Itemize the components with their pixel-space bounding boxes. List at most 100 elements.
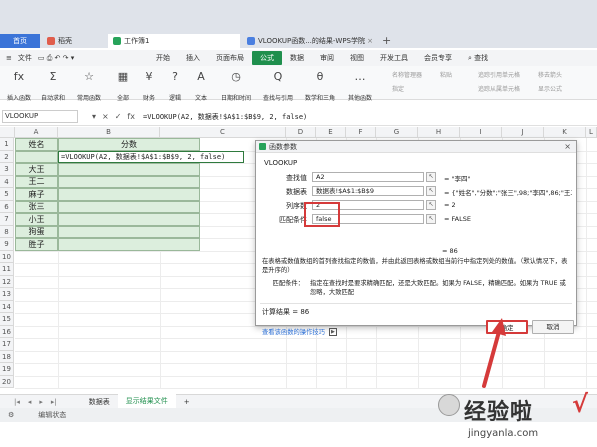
- column-header[interactable]: G: [376, 127, 418, 138]
- dropdown-icon[interactable]: ▾: [92, 112, 96, 121]
- close-icon[interactable]: ×: [564, 142, 571, 151]
- menu-review[interactable]: 审阅: [312, 53, 342, 63]
- menu-insert[interactable]: 插入: [178, 53, 208, 63]
- name-box[interactable]: VLOOKUP: [2, 110, 78, 123]
- row-header[interactable]: 5: [0, 188, 14, 201]
- row-header[interactable]: 12: [0, 275, 14, 288]
- cell-name[interactable]: 王二: [15, 175, 58, 188]
- cell-name[interactable]: 小王: [15, 213, 58, 226]
- new-tab-button[interactable]: +: [382, 34, 391, 47]
- insert-function-button[interactable]: fx 插入函数: [4, 70, 34, 102]
- column-header[interactable]: H: [418, 127, 460, 138]
- confirm-icon[interactable]: ✓: [115, 112, 122, 121]
- hamburger-icon[interactable]: ≡: [6, 54, 12, 62]
- common-functions-button[interactable]: ☆ 常用函数: [74, 70, 104, 102]
- row-header[interactable]: 14: [0, 300, 14, 313]
- video-icon[interactable]: ▶: [328, 327, 337, 336]
- remove-arrows-button[interactable]: 移去箭头: [538, 70, 562, 79]
- column-header[interactable]: C: [160, 127, 286, 138]
- cancel-icon[interactable]: ×: [102, 112, 109, 121]
- formula-input[interactable]: =VLOOKUP(A2, 数据表!$A$1:$B$9, 2, false): [143, 112, 307, 122]
- cell-name[interactable]: 张三: [15, 200, 58, 213]
- column-header[interactable]: B: [58, 127, 160, 138]
- cell-score[interactable]: [58, 163, 200, 176]
- match-type-field[interactable]: false: [312, 214, 424, 224]
- cell-name[interactable]: 狗蛋: [15, 225, 58, 238]
- menu-formulas[interactable]: 公式: [252, 51, 282, 65]
- cell-name[interactable]: 大王: [15, 163, 58, 176]
- dialog-title-bar[interactable]: 函数参数 ×: [256, 141, 576, 153]
- column-header[interactable]: A: [15, 127, 58, 138]
- cell-name[interactable]: 麻子: [15, 188, 58, 201]
- column-header[interactable]: D: [286, 127, 316, 138]
- row-header[interactable]: 6: [0, 200, 14, 213]
- show-formulas-button[interactable]: 显示公式: [538, 84, 562, 93]
- row-header[interactable]: 11: [0, 263, 14, 276]
- function-tips-link[interactable]: 查看该函数的操作技巧: [262, 327, 325, 336]
- menu-developer[interactable]: 开发工具: [372, 53, 416, 63]
- cell-name[interactable]: 胜子: [15, 238, 58, 251]
- tab-home[interactable]: 首页: [0, 34, 40, 48]
- prev-sheet-icon[interactable]: ◂: [28, 398, 32, 406]
- column-header[interactable]: I: [460, 127, 502, 138]
- define-name-button[interactable]: 指定: [392, 84, 404, 93]
- cancel-button[interactable]: 取消: [532, 320, 574, 334]
- trace-dependents-button[interactable]: 追踪从属单元格: [478, 84, 520, 93]
- menu-search[interactable]: ⌕ 查找: [460, 53, 496, 63]
- range-picker-icon[interactable]: ↖: [426, 200, 436, 210]
- first-sheet-icon[interactable]: |◂: [14, 398, 20, 406]
- row-header[interactable]: 20: [0, 375, 14, 388]
- col-index-field[interactable]: 2: [312, 200, 424, 210]
- last-sheet-icon[interactable]: ▸|: [51, 398, 57, 406]
- tab-workbook[interactable]: 工作簿1: [108, 34, 240, 48]
- fx-icon[interactable]: fx: [127, 112, 135, 121]
- cell-score[interactable]: [58, 238, 200, 251]
- column-header[interactable]: E: [316, 127, 346, 138]
- other-functions-button[interactable]: … 其他函数: [340, 70, 380, 102]
- tab-daoke[interactable]: 稻壳: [42, 34, 106, 48]
- range-picker-icon[interactable]: ↖: [426, 214, 436, 224]
- column-header[interactable]: J: [502, 127, 544, 138]
- row-header[interactable]: 10: [0, 250, 14, 263]
- lookup-reference-button[interactable]: Q 查找与引用: [258, 70, 298, 102]
- add-sheet-button[interactable]: +: [176, 396, 198, 408]
- menu-data[interactable]: 数据: [282, 53, 312, 63]
- cell-b2-formula[interactable]: =VLOOKUP(A2, 数据表!$A$1:$B$9, 2, false): [58, 150, 244, 163]
- range-picker-icon[interactable]: ↖: [426, 186, 436, 196]
- row-header[interactable]: 3: [0, 163, 14, 176]
- column-header[interactable]: F: [346, 127, 376, 138]
- row-header[interactable]: 7: [0, 213, 14, 226]
- text-button[interactable]: A 文本: [186, 70, 216, 102]
- cell-a2[interactable]: [15, 150, 58, 163]
- cell-header-score[interactable]: 分数: [58, 138, 200, 151]
- row-header[interactable]: 8: [0, 225, 14, 238]
- cell-score[interactable]: [58, 213, 200, 226]
- menu-start[interactable]: 开始: [148, 53, 178, 63]
- row-header[interactable]: 1: [0, 138, 14, 151]
- cell-score[interactable]: [58, 175, 200, 188]
- autosum-button[interactable]: Σ 自动求和: [38, 70, 68, 102]
- cell-header-name[interactable]: 姓名: [15, 138, 58, 151]
- row-header[interactable]: 2: [0, 150, 14, 163]
- row-header[interactable]: 18: [0, 350, 14, 363]
- column-header[interactable]: K: [544, 127, 586, 138]
- row-header[interactable]: 4: [0, 175, 14, 188]
- row-header[interactable]: 19: [0, 363, 14, 376]
- column-header[interactable]: L: [586, 127, 597, 138]
- menu-page-layout[interactable]: 页面布局: [208, 53, 252, 63]
- select-all-corner[interactable]: [0, 127, 15, 138]
- date-time-button[interactable]: ◷ 日期和时间: [216, 70, 256, 102]
- next-sheet-icon[interactable]: ▸: [39, 398, 43, 406]
- math-trig-button[interactable]: θ 数学和三角: [300, 70, 340, 102]
- name-manager-button[interactable]: 名称管理器: [392, 70, 422, 79]
- lookup-value-field[interactable]: A2: [312, 172, 424, 182]
- row-header[interactable]: 9: [0, 238, 14, 251]
- trace-precedents-button[interactable]: 追踪引用单元格: [478, 70, 520, 79]
- sheet-tab-data[interactable]: 数据表: [81, 395, 118, 409]
- menu-view[interactable]: 视图: [342, 53, 372, 63]
- range-picker-icon[interactable]: ↖: [426, 172, 436, 182]
- menu-member[interactable]: 会员专享: [416, 53, 460, 63]
- row-header[interactable]: 17: [0, 338, 14, 351]
- row-header[interactable]: 16: [0, 325, 14, 338]
- file-menu[interactable]: 文件: [18, 53, 32, 63]
